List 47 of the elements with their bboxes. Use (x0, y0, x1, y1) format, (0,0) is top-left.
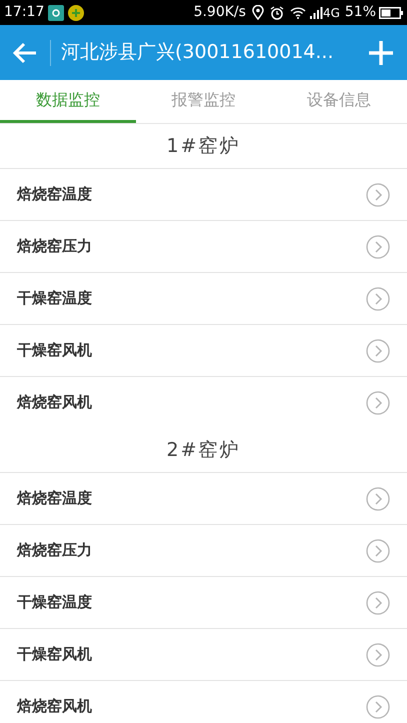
list-item[interactable]: 焙烧窑温度 (0, 472, 407, 524)
list-item[interactable]: 干燥窑温度 (0, 272, 407, 324)
item-label: 焙烧窑压力 (17, 236, 92, 258)
wifi-icon (290, 6, 306, 18)
chevron-circle-icon (366, 486, 390, 510)
item-label: 干燥窑温度 (17, 592, 92, 614)
section-title: 1#窑炉 (166, 134, 240, 159)
signal-icon (310, 6, 323, 18)
alarm-icon (270, 6, 284, 20)
item-label: 焙烧窑风机 (17, 696, 92, 718)
list-item[interactable]: 焙烧窑温度 (0, 168, 407, 220)
chevron-circle-icon (366, 538, 390, 562)
list-item[interactable]: 焙烧窑压力 (0, 524, 407, 576)
chevron-circle-icon (366, 390, 390, 414)
back-arrow-icon (13, 42, 37, 64)
list-item[interactable]: 干燥窑温度 (0, 576, 407, 628)
network-speed: 5.90K/s (194, 3, 246, 22)
item-label: 干燥窑风机 (17, 340, 92, 362)
battery-percent: 51% (344, 3, 376, 22)
list-item[interactable]: 干燥窑风机 (0, 324, 407, 376)
status-time: 17:17 (4, 3, 44, 22)
list-item[interactable]: 焙烧窑风机 (0, 376, 407, 428)
list-item[interactable]: 焙烧窑压力 (0, 220, 407, 272)
item-label: 焙烧窑温度 (17, 488, 92, 510)
chevron-circle-icon (366, 642, 390, 666)
item-label: 干燥窑风机 (17, 644, 92, 666)
tab[interactable]: 数据监控 (0, 80, 136, 123)
network-type: 4G (322, 4, 340, 22)
app-icon (68, 4, 84, 20)
item-label: 干燥窑温度 (17, 288, 92, 310)
list-item[interactable]: 焙烧窑风机 (0, 680, 407, 723)
chevron-circle-icon (366, 182, 390, 206)
plus-icon (369, 40, 393, 64)
item-label: 焙烧窑温度 (17, 184, 92, 206)
chevron-circle-icon (366, 590, 390, 614)
location-icon (252, 5, 264, 20)
chevron-circle-icon (366, 286, 390, 310)
battery-icon (379, 6, 403, 18)
section-title: 2#窑炉 (166, 438, 240, 463)
chevron-circle-icon (366, 338, 390, 362)
item-label: 焙烧窑风机 (17, 392, 92, 414)
header-title: 河北涉县广兴(30011610014... (61, 40, 334, 66)
app-icon (48, 4, 64, 20)
chevron-circle-icon (366, 234, 390, 258)
chevron-circle-icon (366, 694, 390, 718)
item-label: 焙烧窑压力 (17, 540, 92, 562)
list-item[interactable]: 干燥窑风机 (0, 628, 407, 680)
